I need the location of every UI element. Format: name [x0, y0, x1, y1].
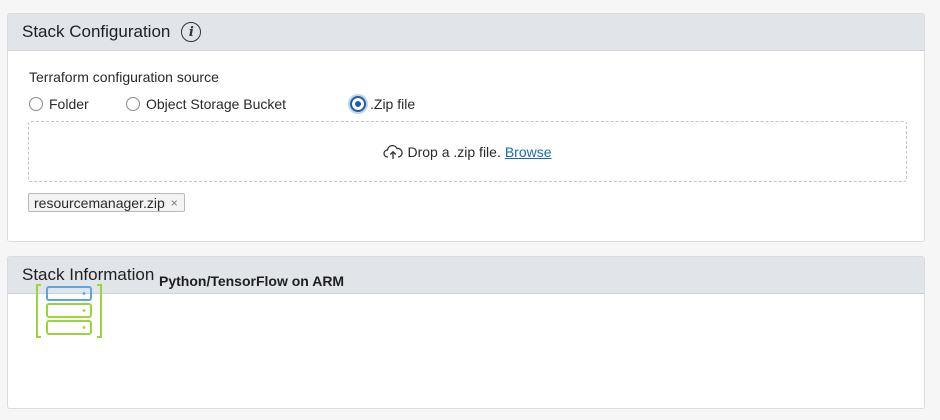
browse-link[interactable]: Browse [505, 144, 552, 160]
panel-title: Stack Configuration [22, 22, 171, 41]
source-label: Terraform configuration source [29, 69, 219, 85]
stack-configuration-panel: Stack Configuration i Terraform configur… [7, 13, 925, 242]
dropzone-text: Drop a .zip file. [407, 143, 501, 160]
radio-folder[interactable]: Folder [29, 96, 89, 112]
radio-folder-circle[interactable] [29, 97, 43, 111]
cloud-upload-icon [383, 144, 404, 159]
uploaded-file-chip: resourcemanager.zip × [28, 193, 185, 212]
uploaded-file-name: resourcemanager.zip [34, 194, 165, 211]
radio-zip-circle[interactable] [350, 96, 366, 112]
radio-zip-file[interactable]: .Zip file [350, 96, 415, 112]
stack-name: Python/TensorFlow on ARM [159, 273, 345, 289]
stack-information-panel: Stack Information Python/TensorFlow on A… [7, 256, 925, 409]
radio-object-storage-bucket[interactable]: Object Storage Bucket [126, 96, 286, 112]
radio-folder-label: Folder [49, 96, 89, 112]
radio-bucket-circle[interactable] [126, 97, 140, 111]
info-icon[interactable]: i [181, 22, 202, 42]
stack-configuration-header: Stack Configuration i [8, 14, 924, 51]
stack-information-header: Stack Information [8, 257, 924, 294]
zip-dropzone[interactable]: Drop a .zip file. Browse [28, 121, 907, 182]
radio-bucket-label: Object Storage Bucket [146, 96, 287, 112]
source-radio-group: Folder Object Storage Bucket .Zip file [29, 96, 529, 118]
radio-zip-label: .Zip file [370, 96, 416, 112]
server-stack-icon [36, 284, 102, 338]
remove-file-icon[interactable]: × [171, 196, 178, 210]
